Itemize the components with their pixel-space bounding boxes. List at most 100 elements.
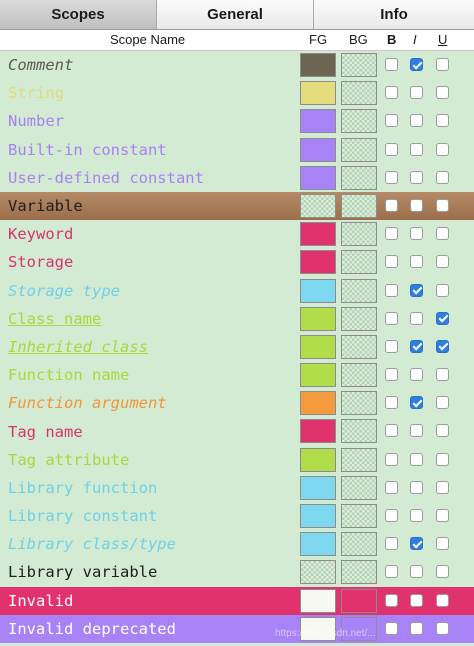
italic-checkbox[interactable] <box>410 339 423 353</box>
fg-color-swatch[interactable] <box>300 250 336 275</box>
italic-checkbox[interactable] <box>410 198 423 212</box>
column-header-underline[interactable]: U <box>438 32 447 47</box>
bold-checkbox[interactable] <box>385 452 398 466</box>
bold-checkbox[interactable] <box>385 368 398 382</box>
underline-checkbox[interactable] <box>436 114 449 128</box>
bg-color-swatch[interactable] <box>341 306 377 331</box>
column-header-bold[interactable]: B <box>387 32 396 47</box>
bold-checkbox[interactable] <box>385 227 398 241</box>
bold-checkbox[interactable] <box>385 142 398 156</box>
italic-checkbox[interactable] <box>410 368 423 382</box>
underline-checkbox[interactable] <box>436 198 449 212</box>
fg-color-swatch[interactable] <box>300 532 336 557</box>
underline-checkbox[interactable] <box>436 227 449 241</box>
fg-color-swatch[interactable] <box>300 278 336 303</box>
italic-checkbox[interactable] <box>410 58 423 71</box>
underline-checkbox[interactable] <box>436 593 449 607</box>
italic-checkbox[interactable] <box>410 227 423 241</box>
italic-checkbox[interactable] <box>410 480 423 494</box>
bg-color-swatch[interactable] <box>341 447 377 472</box>
fg-color-swatch[interactable] <box>300 137 336 162</box>
underline-checkbox[interactable] <box>436 368 449 382</box>
underline-checkbox[interactable] <box>436 339 449 353</box>
scope-row[interactable]: Library class/type <box>0 530 474 558</box>
scope-row[interactable]: Variable <box>0 191 474 221</box>
fg-color-swatch[interactable] <box>300 306 336 331</box>
underline-checkbox[interactable] <box>436 142 449 156</box>
scope-row[interactable]: Inherited class <box>0 333 474 361</box>
fg-color-swatch[interactable] <box>300 81 336 106</box>
scope-row[interactable]: Storage <box>0 248 474 276</box>
italic-checkbox[interactable] <box>410 452 423 466</box>
tab-general[interactable]: General <box>157 0 314 29</box>
bold-checkbox[interactable] <box>385 58 398 71</box>
scope-row[interactable]: Storage type <box>0 277 474 305</box>
fg-color-swatch[interactable] <box>300 588 336 613</box>
fg-color-swatch[interactable] <box>300 447 336 472</box>
bg-color-swatch[interactable] <box>341 419 377 444</box>
bold-checkbox[interactable] <box>385 170 398 184</box>
underline-checkbox[interactable] <box>436 509 449 522</box>
bold-checkbox[interactable] <box>385 396 398 410</box>
underline-checkbox[interactable] <box>436 396 449 410</box>
tab-info[interactable]: Info <box>314 0 474 29</box>
underline-checkbox[interactable] <box>436 424 449 438</box>
underline-checkbox[interactable] <box>436 621 449 635</box>
italic-checkbox[interactable] <box>410 593 423 607</box>
bg-color-swatch[interactable] <box>341 222 377 247</box>
bg-color-swatch[interactable] <box>341 193 377 218</box>
bold-checkbox[interactable] <box>385 86 398 100</box>
italic-checkbox[interactable] <box>410 509 423 522</box>
italic-checkbox[interactable] <box>410 283 423 297</box>
bold-checkbox[interactable] <box>385 255 398 269</box>
bg-color-swatch[interactable] <box>341 532 377 557</box>
bold-checkbox[interactable] <box>385 480 398 494</box>
underline-checkbox[interactable] <box>436 58 449 71</box>
bg-color-swatch[interactable] <box>341 137 377 162</box>
column-header-bg[interactable]: BG <box>349 32 368 47</box>
bold-checkbox[interactable] <box>385 311 398 325</box>
bg-color-swatch[interactable] <box>341 81 377 106</box>
bold-checkbox[interactable] <box>385 509 398 522</box>
scope-row[interactable]: Class name <box>0 305 474 333</box>
underline-checkbox[interactable] <box>436 255 449 269</box>
scope-row[interactable]: User-defined constant <box>0 164 474 192</box>
fg-color-swatch[interactable] <box>300 363 336 388</box>
bg-color-swatch[interactable] <box>341 53 377 77</box>
bg-color-swatch[interactable] <box>341 560 377 585</box>
italic-checkbox[interactable] <box>410 565 423 579</box>
bold-checkbox[interactable] <box>385 339 398 353</box>
bold-checkbox[interactable] <box>385 424 398 438</box>
scope-row[interactable]: Tag name <box>0 417 474 445</box>
scope-row[interactable]: Tag attribute <box>0 446 474 474</box>
bg-color-swatch[interactable] <box>341 363 377 388</box>
fg-color-swatch[interactable] <box>300 222 336 247</box>
italic-checkbox[interactable] <box>410 86 423 100</box>
column-header-italic[interactable]: I <box>413 32 417 47</box>
underline-checkbox[interactable] <box>436 86 449 100</box>
scope-row[interactable]: Keyword <box>0 220 474 248</box>
italic-checkbox[interactable] <box>410 114 423 128</box>
bg-color-swatch[interactable] <box>341 109 377 134</box>
scope-row[interactable]: Library variable <box>0 558 474 586</box>
underline-checkbox[interactable] <box>436 565 449 579</box>
fg-color-swatch[interactable] <box>300 53 336 77</box>
bg-color-swatch[interactable] <box>341 334 377 359</box>
bold-checkbox[interactable] <box>385 565 398 579</box>
bold-checkbox[interactable] <box>385 593 398 607</box>
scope-row[interactable]: Built-in constant <box>0 136 474 164</box>
italic-checkbox[interactable] <box>410 311 423 325</box>
underline-checkbox[interactable] <box>436 480 449 494</box>
underline-checkbox[interactable] <box>436 452 449 466</box>
fg-color-swatch[interactable] <box>300 475 336 500</box>
scope-row[interactable]: Library function <box>0 474 474 502</box>
bg-color-swatch[interactable] <box>341 391 377 416</box>
italic-checkbox[interactable] <box>410 142 423 156</box>
fg-color-swatch[interactable] <box>300 504 336 528</box>
scope-row[interactable]: Invalid deprecated <box>0 614 474 643</box>
scope-row[interactable]: Invalid <box>0 586 474 615</box>
bold-checkbox[interactable] <box>385 283 398 297</box>
fg-color-swatch[interactable] <box>300 193 336 218</box>
italic-checkbox[interactable] <box>410 424 423 438</box>
fg-color-swatch[interactable] <box>300 560 336 585</box>
